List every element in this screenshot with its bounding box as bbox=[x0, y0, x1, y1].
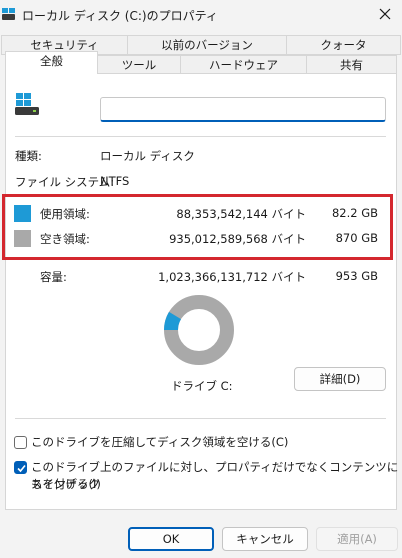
tab-quota[interactable]: クォータ bbox=[286, 35, 401, 55]
tab-previous-versions[interactable]: 以前のバージョン bbox=[127, 35, 287, 55]
drive-letter-label: ドライブ C: bbox=[171, 379, 233, 393]
compress-drive-label: このドライブを圧縮してディスク領域を空ける(C) bbox=[31, 435, 289, 449]
tab-sharing[interactable]: 共有 bbox=[306, 55, 397, 75]
close-icon bbox=[379, 8, 391, 20]
capacity-size: 953 GB bbox=[335, 269, 378, 283]
window-title: ローカル ディスク (C:)のプロパティ bbox=[22, 9, 218, 23]
index-contents-label-line2: スを付ける(I) bbox=[31, 477, 101, 491]
capacity-label: 容量: bbox=[40, 270, 67, 284]
drive-title-icon bbox=[2, 8, 16, 20]
apply-button[interactable]: 適用(A) bbox=[316, 527, 398, 551]
index-contents-checkbox[interactable] bbox=[14, 461, 27, 474]
compress-drive-checkbox[interactable] bbox=[14, 436, 27, 449]
checkmark-icon bbox=[17, 464, 26, 473]
cancel-button[interactable]: キャンセル bbox=[222, 527, 308, 551]
donut-free-ring bbox=[164, 295, 234, 365]
highlight-box bbox=[2, 194, 393, 260]
capacity-bytes: 1,023,366,131,712 バイト bbox=[158, 270, 306, 284]
filesystem-value: NTFS bbox=[100, 174, 130, 188]
divider bbox=[15, 418, 386, 419]
tab-hardware[interactable]: ハードウェア bbox=[180, 55, 307, 75]
volume-name-input[interactable] bbox=[100, 97, 386, 122]
type-label: 種類: bbox=[15, 149, 42, 163]
divider bbox=[15, 136, 386, 137]
close-button[interactable] bbox=[372, 2, 398, 26]
details-button[interactable]: 詳細(D) bbox=[294, 367, 386, 391]
disk-usage-donut bbox=[164, 295, 234, 365]
drive-icon bbox=[15, 92, 45, 116]
title-bar: ローカル ディスク (C:)のプロパティ bbox=[0, 0, 402, 30]
type-value: ローカル ディスク bbox=[100, 149, 195, 163]
tab-tools[interactable]: ツール bbox=[97, 55, 181, 75]
tab-general[interactable]: 全般 bbox=[5, 51, 98, 74]
ok-button[interactable]: OK bbox=[128, 527, 214, 551]
